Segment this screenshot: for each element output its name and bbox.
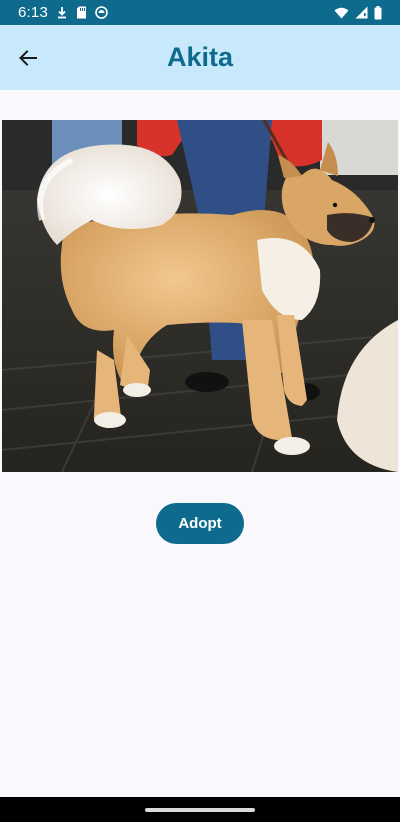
back-button[interactable] [10, 40, 46, 76]
nav-bar [0, 797, 400, 822]
battery-icon [374, 5, 382, 20]
dog-photo [2, 120, 398, 472]
status-right [334, 5, 382, 20]
app-bar: Akita [0, 25, 400, 90]
adopt-button[interactable]: Adopt [156, 503, 244, 544]
page-title: Akita [166, 42, 234, 72]
wifi-icon [334, 7, 349, 19]
arrow-back-icon [18, 48, 38, 68]
sync-icon [95, 6, 108, 19]
status-bar: 6:13 [0, 0, 400, 25]
status-left: 6:13 [18, 4, 108, 21]
signal-icon [355, 6, 368, 19]
download-icon [56, 6, 68, 19]
sd-card-icon [76, 6, 87, 19]
home-gesture-handle[interactable] [145, 807, 255, 812]
status-time: 6:13 [18, 4, 48, 21]
